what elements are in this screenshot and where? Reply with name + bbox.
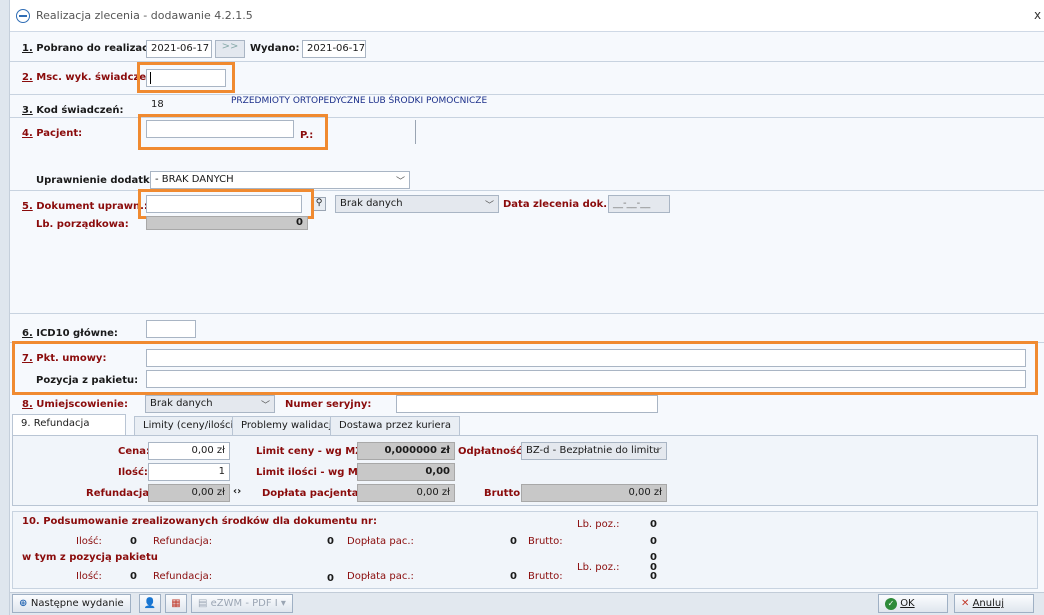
label-limit-ilosci: Limit ilości - wg MZ: bbox=[256, 467, 370, 478]
highlight-pkt-umowy bbox=[12, 341, 1038, 395]
label-numer-seryjny: Numer seryjny: bbox=[285, 399, 372, 410]
copy-date-button[interactable]: >> bbox=[215, 40, 245, 58]
sum-doplata-value: 0 bbox=[510, 536, 517, 547]
check-icon: ✓ bbox=[885, 598, 897, 610]
ok-button[interactable]: ✓ OK bbox=[878, 594, 948, 613]
label-limit-ceny: Limit ceny - wg MZ: bbox=[256, 446, 367, 457]
label-umiejscowienie: 8. Umiejscowienie: bbox=[22, 399, 128, 410]
pakiet-doplata-value: 0 bbox=[510, 571, 517, 582]
kod-swiadczen-description: PRZEDMIOTY ORTOPEDYCZNE LUB ŚRODKI POMOC… bbox=[231, 96, 488, 106]
chevron-down-icon: ﹀ bbox=[484, 201, 494, 211]
cena-input[interactable]: 0,00 zł bbox=[148, 442, 230, 460]
chevron-down-icon: ﹀ bbox=[652, 448, 662, 458]
calendar-icon[interactable]: ▦ bbox=[165, 594, 187, 613]
pakiet-brutto-value: 0 bbox=[650, 571, 657, 582]
lb-poz-value: 0 bbox=[650, 519, 657, 530]
pacjent-info-separator bbox=[415, 120, 416, 144]
dokument-type-combo[interactable]: Brak danych ﹀ bbox=[335, 195, 499, 213]
chevron-down-icon: ﹀ bbox=[260, 401, 270, 411]
label-pakiet-lb-poz: Lb. poz.: bbox=[577, 562, 620, 573]
lb-porzadkowa-field: 0 bbox=[146, 216, 308, 230]
label-brutto: Brutto: bbox=[484, 488, 525, 499]
umiejscowienie-combo[interactable]: Brak danych ﹀ bbox=[145, 395, 275, 413]
add-icon: ⊕ bbox=[19, 598, 31, 609]
label-odplatnosc: Odpłatność: bbox=[458, 446, 526, 457]
highlight-msc-wyk bbox=[137, 62, 235, 93]
summary-title: 10. Podsumowanie zrealizowanych środków … bbox=[22, 516, 377, 527]
swap-icon[interactable]: ‹› bbox=[233, 486, 241, 497]
window-title: Realizacja zlecenia - dodawanie 4.2.1.5 bbox=[36, 9, 253, 22]
kod-swiadczen-field[interactable]: 18 bbox=[146, 96, 226, 114]
refundacja-field: 0,00 zł bbox=[148, 484, 230, 502]
pakiet-ilosc-value: 0 bbox=[130, 571, 137, 582]
label-lb-porzadkowa: Lb. porządkowa: bbox=[36, 219, 129, 230]
label-doplata-pacjenta: Dopłata pacjenta: bbox=[262, 488, 363, 499]
label-sum-brutto: Brutto: bbox=[528, 536, 563, 547]
wydano-date-field[interactable]: 2021-06-17 bbox=[302, 40, 366, 58]
label-pobrano: 1. Pobrano do realizacji: bbox=[22, 43, 159, 54]
data-zlecenia-field[interactable]: __-__-__ bbox=[608, 195, 670, 213]
label-refundacja: Refundacja: bbox=[86, 488, 154, 499]
ilosc-input[interactable]: 1 bbox=[148, 463, 230, 481]
pakiet-refundacja-value: 0 bbox=[327, 573, 334, 584]
label-sum-ilosc: Ilość: bbox=[76, 536, 102, 547]
highlight-pacjent bbox=[138, 114, 328, 150]
limit-ceny-field: 0,000000 zł bbox=[357, 442, 455, 460]
tab-problemy-walidacji[interactable]: Problemy walidacji bbox=[232, 416, 344, 436]
close-icon: ✕ bbox=[961, 598, 970, 609]
label-dokument-uprawn: 5. Dokument uprawn.: bbox=[22, 201, 148, 212]
sum-refundacja-value: 0 bbox=[327, 536, 334, 547]
user-icon[interactable]: 👤 bbox=[139, 594, 161, 613]
label-data-zlecenia: Data zlecenia dok.: bbox=[503, 199, 612, 210]
close-icon[interactable]: x bbox=[1034, 8, 1041, 22]
sum-ilosc-value: 0 bbox=[130, 536, 137, 547]
label-pacjent: 4. Pacjent: bbox=[22, 128, 83, 139]
label-cena: Cena: bbox=[118, 446, 150, 457]
label-pakiet-ilosc: Ilość: bbox=[76, 571, 102, 582]
tab-refundacja[interactable]: 9. Refundacja bbox=[12, 414, 126, 436]
label-wydano: Wydano: bbox=[250, 43, 300, 54]
tab-dostawa-kuriera[interactable]: Dostawa przez kuriera bbox=[330, 416, 460, 436]
cancel-button[interactable]: ✕ Anuluj bbox=[954, 594, 1034, 613]
numer-seryjny-input[interactable] bbox=[396, 395, 658, 413]
label-icd10: 6. ICD10 główne: bbox=[22, 328, 118, 339]
doplata-field: 0,00 zł bbox=[357, 484, 455, 502]
label-uprawnienie: Uprawnienie dodatk.: bbox=[36, 175, 158, 186]
limit-ilosci-field: 0,00 bbox=[357, 463, 455, 481]
next-issue-button[interactable]: ⊕ Następne wydanie bbox=[12, 594, 131, 613]
label-kod-swiadczen: 3. Kod świadczeń: bbox=[22, 105, 124, 116]
chevron-down-icon: ﹀ bbox=[395, 177, 405, 187]
chevron-down-icon: ▾ bbox=[277, 598, 286, 609]
label-pakiet-refundacja: Refundacja: bbox=[153, 571, 213, 582]
uprawnienie-combo[interactable]: - BRAK DANYCH ﹀ bbox=[150, 171, 410, 189]
label-sum-refundacja: Refundacja: bbox=[153, 536, 213, 547]
divider bbox=[10, 313, 1044, 314]
odplatnosc-combo[interactable]: BZ-d - Bezpłatnie do limitu ﹀ bbox=[521, 442, 667, 460]
pakiet-title: w tym z pozycją pakietu bbox=[22, 552, 158, 563]
icd10-input[interactable] bbox=[146, 320, 196, 338]
pobrano-date-field[interactable]: 2021-06-17 bbox=[146, 40, 212, 58]
brutto-field: 0,00 zł bbox=[521, 484, 667, 502]
label-ilosc: Ilość: bbox=[118, 467, 148, 478]
background-window-strip bbox=[0, 0, 10, 615]
tab-limity[interactable]: Limity (ceny/ilości) bbox=[134, 416, 247, 436]
pdf-icon: ▤ bbox=[198, 598, 211, 609]
label-pakiet-brutto: Brutto: bbox=[528, 571, 563, 582]
divider bbox=[10, 94, 1044, 95]
label-sum-doplata: Dopłata pac.: bbox=[347, 536, 414, 547]
sum-brutto-value: 0 bbox=[650, 536, 657, 547]
search-icon[interactable]: ⚲ bbox=[312, 197, 326, 211]
highlight-dokument bbox=[138, 189, 314, 219]
ezwm-pdf-button[interactable]: ▤ eZWM - PDF I ▾ bbox=[191, 594, 293, 613]
app-globe-icon bbox=[16, 9, 30, 23]
label-pakiet-doplata: Dopłata pac.: bbox=[347, 571, 414, 582]
label-lb-poz: Lb. poz.: bbox=[577, 519, 620, 530]
